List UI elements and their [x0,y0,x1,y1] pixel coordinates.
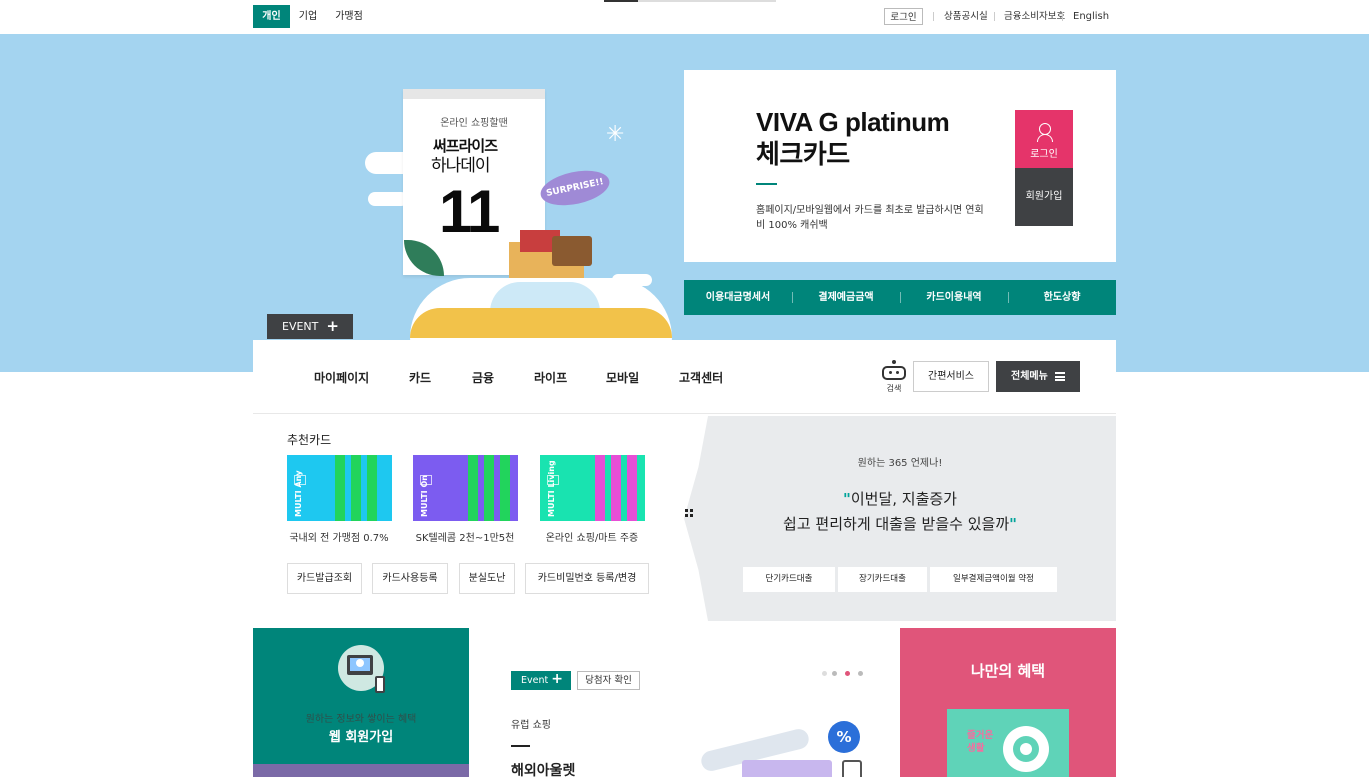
card-issue-inquiry-button[interactable]: 카드발급조회 [287,563,362,594]
quick-link-statement[interactable]: 이용대금명세서 [684,280,792,315]
english-link[interactable]: English [1073,8,1109,25]
divider [1062,12,1063,21]
luggage-icon [742,760,832,777]
divider [756,183,777,185]
lost-stolen-button[interactable]: 분실도난 [459,563,515,594]
nav-customer-center[interactable]: 고객센터 [679,369,723,386]
pause-icon[interactable] [822,671,827,676]
card-registration-button[interactable]: 카드사용등록 [372,563,448,594]
car-illustration [410,278,672,348]
segment-corporate[interactable]: 기업 [296,5,320,28]
card-label-1: 국내외 전 가맹점 0.7% [289,533,389,544]
card-password-button[interactable]: 카드비밀번호 등록/변경 [525,563,649,594]
parasol-icon [1003,726,1049,772]
divider [511,745,530,747]
join-title: 웹 회원가입 [328,730,394,745]
nav-finance[interactable]: 금융 [472,369,494,386]
phone-icon [375,676,385,693]
long-term-loan-button[interactable]: 장기카드대출 [838,567,927,592]
top-utility-bar: 개인 기업 가맹점 로그인 상품공시실 금융소비자보호 English [0,0,1369,34]
event-button[interactable]: EVENT + [267,314,353,339]
consumer-protection-link[interactable]: 금융소비자보호 [1004,8,1065,25]
suitcase-icon [552,236,592,266]
all-menu-button[interactable]: 전체메뉴 [996,361,1080,392]
quick-link-payment-amount[interactable]: 결제예금금액 [792,280,900,315]
cloud-decoration [368,192,408,206]
loan-subtitle: 원하는 365 언제나! [857,458,943,469]
event-category: 유럽 쇼핑 [511,720,551,731]
event-title[interactable]: 해외아울렛 [511,760,575,777]
loan-title: "이번달, 지출증가 쉽고 편리하게 대출을 받을수 있을까" [783,490,1017,533]
simple-service-button[interactable]: 간편서비스 [913,361,989,392]
top-login-button[interactable]: 로그인 [884,8,923,25]
quick-link-usage[interactable]: 카드이용내역 [900,280,1008,315]
carousel-dot[interactable] [858,671,863,676]
card-label-3: 온라인 쇼핑/마트 주증 [545,533,639,544]
short-term-loan-button[interactable]: 단기카드대출 [743,567,835,592]
user-icon [1037,123,1053,142]
plus-icon: + [326,317,339,335]
check-icon [356,659,364,667]
benefit-title: 나만의 혜택 [970,662,1046,680]
calendar-subtitle: 온라인 쇼핑할땐 [440,118,508,129]
nav-life[interactable]: 라이프 [534,369,567,386]
calendar-number: 11 [439,178,500,245]
recommend-title: 추천카드 [287,433,332,447]
product-disclosure-link[interactable]: 상품공시실 [944,8,988,25]
plus-icon: + [551,671,563,687]
search-bot-button[interactable]: 검색 [879,360,909,393]
segment-personal[interactable]: 개인 [253,5,290,28]
event-more-button[interactable]: Event + [511,671,571,690]
benefit-card-image[interactable]: 즐거운 생활 [947,709,1069,777]
nav-card[interactable]: 카드 [409,369,431,386]
percent-badge-icon: % [828,721,860,753]
revolving-agreement-button[interactable]: 일부결제금액이월 약정 [930,567,1057,592]
luggage-icon [842,760,862,777]
robot-icon [882,366,906,380]
quick-link-limit-increase[interactable]: 한도상향 [1008,280,1116,315]
top-center-indicator [604,0,776,2]
nav-mypage[interactable]: 마이페이지 [314,369,369,386]
carousel-dot[interactable] [832,671,837,676]
carousel-dot-active[interactable] [845,671,850,676]
segment-merchant[interactable]: 가맹점 [333,5,365,28]
winner-check-button[interactable]: 당첨자 확인 [577,671,640,690]
recommend-card-2[interactable]: MULTI On [413,455,518,521]
divider [933,12,934,21]
recommend-card-3[interactable]: MULTI Living [540,455,645,521]
sparkle-icon: ✳ [606,122,625,147]
join-subtitle: 원하는 정보와 쌓이는 혜택 [305,714,417,725]
divider [994,12,995,21]
calendar-title-2: 하나데이 [431,156,491,176]
login-button[interactable]: 로그인 [1015,110,1073,168]
quick-links-bar: 이용대금명세서 결제예금금액 카드이용내역 한도상향 [684,280,1116,315]
join-button[interactable]: 회원가입 [1015,168,1073,226]
promo-title: VIVA G platinum 체크카드 [756,107,950,169]
nav-mobile[interactable]: 모바일 [606,369,639,386]
recommend-card-1[interactable]: MULTI Any [287,455,392,521]
hamburger-icon [1055,372,1065,381]
card-label-2: SK텔레콤 2천~1만5천 [415,533,515,544]
promo-description: 홈페이지/모바일웹에서 카드를 최초로 발급하시면 연회비 100% 캐쉬백 [756,205,984,231]
